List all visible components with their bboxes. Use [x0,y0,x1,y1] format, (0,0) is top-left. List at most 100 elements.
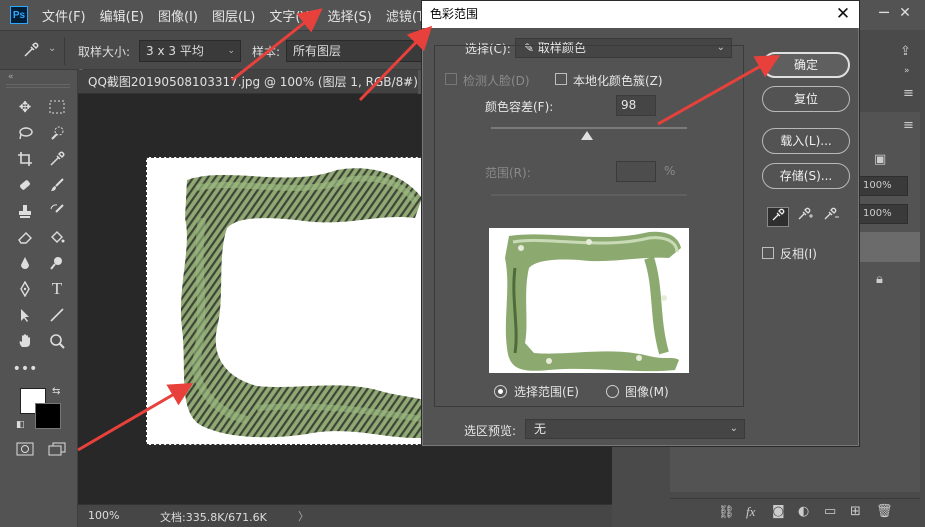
opacity-field[interactable]: 100% [858,176,908,196]
document-tab[interactable]: QQ截图20190508103317.jpg @ 100% (图层 1, RGB… [78,70,418,113]
fx-icon[interactable]: fx [746,504,755,520]
adjustment-layer-icon[interactable]: ◐ [798,504,809,519]
lock-pixels-icon[interactable]: ▣ [874,152,886,167]
add-mask-icon[interactable]: ◙ [772,504,785,519]
close-icon[interactable]: ✕ [833,1,853,28]
lock-icon[interactable]: 🔒︎ [876,272,883,287]
more-tools-icon[interactable]: ••• [12,358,38,380]
chevron-down-icon: ⌄ [227,46,235,56]
fuzziness-slider-track[interactable] [491,127,687,129]
detect-faces-label: 检测人脸(D) [463,74,530,88]
radio-selection[interactable] [494,385,507,398]
eyedropper-minus-icon[interactable] [820,207,842,227]
floral-frame-image [180,168,440,438]
selection-preview[interactable] [489,228,689,373]
quick-select-tool-icon[interactable] [44,122,70,144]
delete-layer-icon[interactable]: 🗑︎ [876,504,893,519]
chevron-down-icon[interactable]: ⌄ [48,43,56,54]
selected-layer-row[interactable] [860,232,920,262]
panel-menu-icon[interactable]: ≡ [903,86,914,101]
type-tool-icon[interactable]: T [44,278,70,300]
default-colors-icon[interactable]: ◧ [16,420,25,430]
range-slider-track[interactable] [491,194,687,196]
brush-tool-icon[interactable] [44,174,70,196]
detect-faces-checkbox[interactable] [445,73,457,85]
invert-checkbox[interactable] [762,247,774,259]
save-button[interactable]: 存储(S)... [762,163,850,189]
healing-brush-icon[interactable] [12,174,38,196]
eyedropper-plus-icon[interactable] [794,207,816,227]
marquee-tool-icon[interactable] [44,96,70,118]
sample-size-select[interactable]: 3 x 3 平均 ⌄ [139,40,241,62]
fill-field[interactable]: 100% [858,204,908,224]
status-menu-arrow-icon[interactable]: 〉 [298,508,309,524]
zoom-level[interactable]: 100% [88,509,119,522]
reset-button[interactable]: 复位 [762,86,850,112]
load-button[interactable]: 载入(L)... [762,128,850,154]
panel-menu-icon[interactable]: ≡ [903,118,914,133]
preview-frame-image [505,231,681,372]
sample-size-value: 3 x 3 平均 [146,44,204,58]
range-unit: % [664,164,676,178]
layers-bottom-bar: ⛓︎ fx ◙ ◐ ▭ ⊞ 🗑︎ [670,498,920,527]
document-canvas[interactable] [146,157,446,445]
fill-value: 100% [863,208,892,219]
menu-image[interactable]: 图像(I) [158,6,198,25]
swap-colors-icon[interactable]: ⇆ [52,386,60,397]
collapse-panels-icon[interactable]: » [904,66,910,76]
close-window-button[interactable]: ✕ [885,0,925,26]
photoshop-logo: Ps [10,6,28,24]
selection-preview-dropdown[interactable]: 无 ⌄ [525,419,745,439]
collapse-icon[interactable]: « [8,72,14,82]
menu-edit[interactable]: 编辑(E) [100,6,144,25]
eyedropper-icon[interactable] [767,207,789,227]
menu-type[interactable]: 文字(Y) [269,6,313,25]
range-input[interactable] [616,161,656,182]
screen-mode-icon[interactable] [44,438,70,460]
new-group-icon[interactable]: ▭ [824,504,836,519]
eyedropper-icon[interactable] [44,148,70,170]
background-color-swatch[interactable] [35,403,61,429]
crop-tool-icon[interactable] [12,148,38,170]
clone-stamp-icon[interactable] [12,200,38,222]
hand-tool-icon[interactable] [12,330,38,352]
radio-image[interactable] [606,385,619,398]
pen-tool-icon[interactable] [12,278,38,300]
status-bar: 100% 文档:335.8K/671.6K 〉 [78,504,612,527]
path-select-icon[interactable] [12,304,38,326]
history-brush-icon[interactable] [44,200,70,222]
line-tool-icon[interactable] [44,304,70,326]
zoom-tool-icon[interactable] [44,330,70,352]
selection-preview-value: 无 [534,422,547,436]
new-layer-icon[interactable]: ⊞ [850,504,861,519]
localized-clusters-label: 本地化颜色簇(Z) [573,74,663,88]
eraser-tool-icon[interactable] [12,226,38,248]
panel-grip[interactable] [6,84,70,88]
selection-preview-label: 选区预览: [464,424,517,438]
paint-bucket-icon[interactable] [44,226,70,248]
close-tab-icon[interactable]: × [403,70,412,94]
color-range-dialog: 色彩范围 ✕ 选择(C): ✎ 取样颜色 ⌄ 检测人脸(D) 本地化颜色簇(Z)… [421,0,860,447]
sample-size-label: 取样大小: [78,45,131,59]
menu-select[interactable]: 选择(S) [327,6,371,25]
menu-layer[interactable]: 图层(L) [212,6,255,25]
fuzziness-slider-thumb[interactable] [581,131,594,140]
ok-button[interactable]: 确定 [762,52,850,78]
quick-mask-icon[interactable] [12,438,38,460]
opacity-value: 100% [863,180,892,191]
fuzziness-input[interactable]: 98 [616,95,656,116]
move-tool-icon[interactable]: ✥ [12,96,38,118]
lasso-tool-icon[interactable] [12,122,38,144]
blur-tool-icon[interactable] [12,252,38,274]
radio-image-label: 图像(M) [625,385,669,399]
share-icon[interactable]: ⇪ [900,44,911,59]
link-layers-icon[interactable]: ⛓︎ [718,505,735,520]
eyedropper-tool-icon[interactable] [22,41,42,61]
menu-file[interactable]: 文件(F) [42,6,86,25]
sample-label: 样本: [252,45,281,59]
chevron-down-icon: ⌄ [729,423,738,434]
dialog-titlebar[interactable]: 色彩范围 ✕ [422,1,859,28]
localized-clusters-checkbox[interactable] [555,73,567,85]
dodge-tool-icon[interactable] [44,252,70,274]
sample-select[interactable]: 所有图层 [286,40,422,62]
